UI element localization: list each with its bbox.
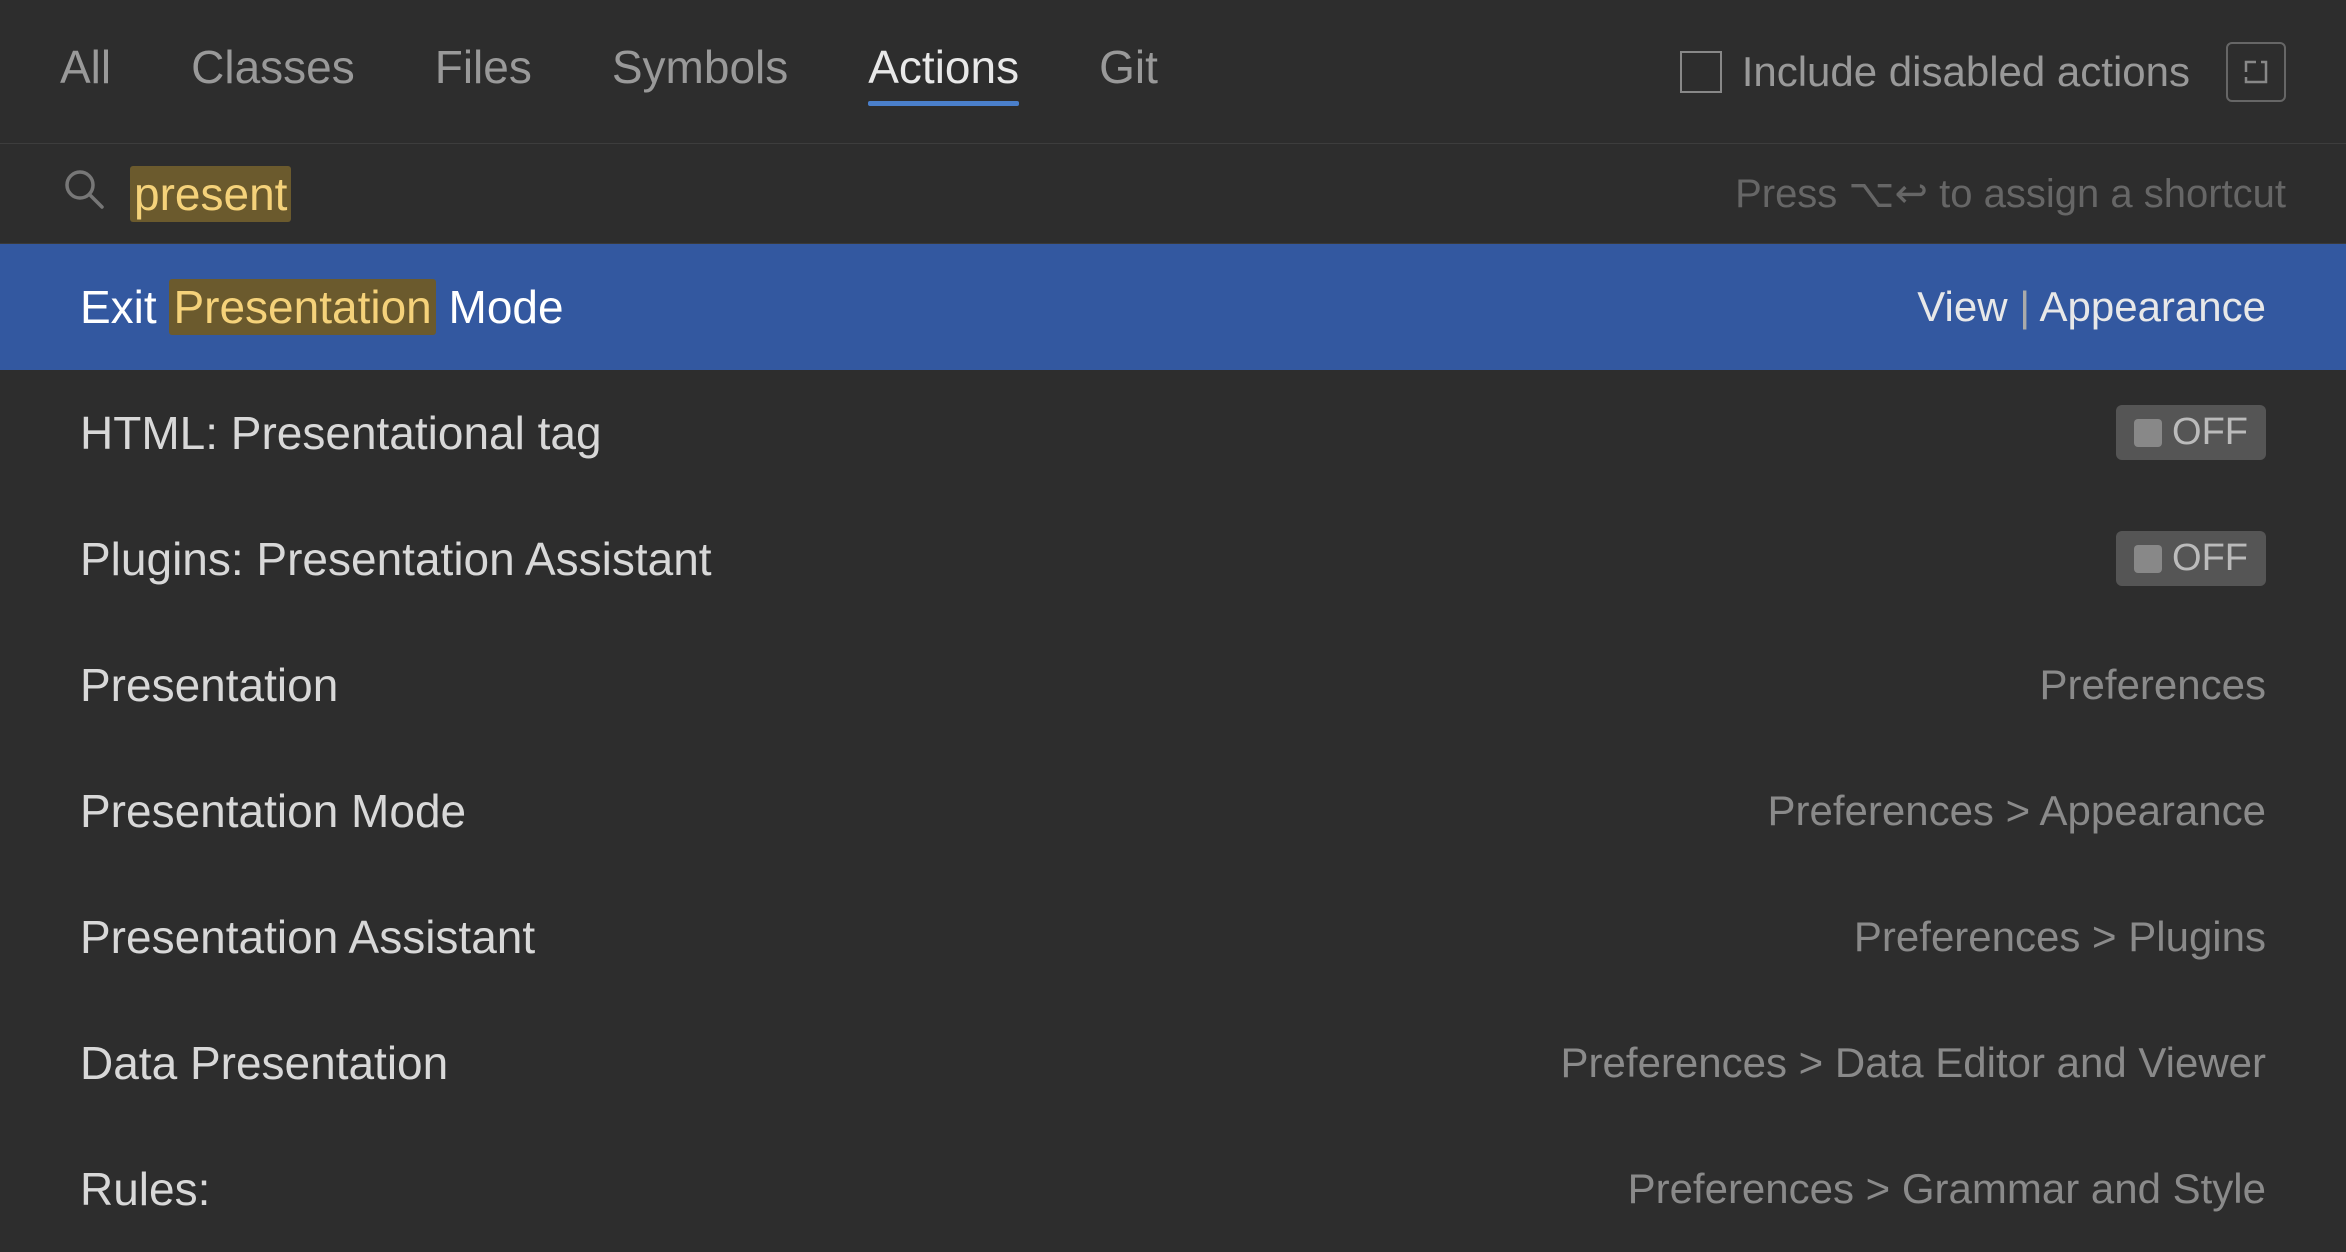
result-name: HTML: Presentational tag bbox=[80, 406, 2116, 460]
shortcut-icon[interactable] bbox=[2226, 42, 2286, 102]
main-container: All Classes Files Symbols Actions Git In… bbox=[0, 0, 2346, 1252]
toggle-dot bbox=[2134, 419, 2162, 447]
result-row-data-presentation[interactable]: Data Presentation Preferences > Data Edi… bbox=[0, 1000, 2346, 1126]
result-name-text: Data Presentation bbox=[80, 1037, 448, 1089]
result-row-rules[interactable]: Rules: Preferences > Grammar and Style bbox=[0, 1126, 2346, 1252]
tab-all[interactable]: All bbox=[60, 40, 111, 104]
result-name: Data Presentation bbox=[80, 1036, 1561, 1090]
result-meta: Preferences > Data Editor and Viewer bbox=[1561, 1039, 2266, 1087]
result-name: Presentation bbox=[80, 658, 2040, 712]
result-meta: Preferences > Plugins bbox=[1854, 913, 2266, 961]
tab-classes[interactable]: Classes bbox=[191, 40, 355, 104]
result-name: Presentation Assistant bbox=[80, 910, 1854, 964]
search-query-highlight: present bbox=[130, 166, 291, 222]
result-name-suffix: Mode bbox=[436, 281, 564, 333]
tab-actions[interactable]: Actions bbox=[868, 40, 1019, 104]
include-disabled-label: Include disabled actions bbox=[1742, 48, 2190, 96]
tab-git[interactable]: Git bbox=[1099, 40, 1158, 104]
result-meta: View | Appearance bbox=[1917, 283, 2266, 331]
tabs: All Classes Files Symbols Actions Git bbox=[60, 40, 1680, 104]
result-name-text: Plugins: Presentation Assistant bbox=[80, 533, 712, 585]
toggle-dot bbox=[2134, 545, 2162, 573]
include-disabled-section: Include disabled actions bbox=[1680, 42, 2286, 102]
include-disabled-checkbox[interactable] bbox=[1680, 51, 1722, 93]
result-name: Rules: bbox=[80, 1162, 1628, 1216]
result-name-highlight: Presentation bbox=[169, 279, 435, 335]
result-meta: Preferences > Grammar and Style bbox=[1628, 1165, 2266, 1213]
tab-bar: All Classes Files Symbols Actions Git In… bbox=[0, 0, 2346, 144]
search-bar: present Press ⌥↩ to assign a shortcut bbox=[0, 144, 2346, 244]
toggle-label: OFF bbox=[2172, 411, 2248, 454]
result-name: Exit Presentation Mode bbox=[80, 280, 1917, 334]
result-name: Presentation Mode bbox=[80, 784, 1767, 838]
result-row-presentation-assistant[interactable]: Presentation Assistant Preferences > Plu… bbox=[0, 874, 2346, 1000]
tab-symbols[interactable]: Symbols bbox=[612, 40, 788, 104]
result-name-text: Presentation Mode bbox=[80, 785, 466, 837]
results-list: Exit Presentation Mode View | Appearance… bbox=[0, 244, 2346, 1252]
result-name-prefix: Exit bbox=[80, 281, 169, 333]
result-name-text: Presentation bbox=[80, 659, 338, 711]
result-row-html-presentational-tag[interactable]: HTML: Presentational tag OFF bbox=[0, 370, 2346, 496]
result-meta-toggle: OFF bbox=[2116, 531, 2266, 586]
result-row-presentation-mode[interactable]: Presentation Mode Preferences > Appearan… bbox=[0, 748, 2346, 874]
search-input[interactable]: present bbox=[130, 167, 1711, 221]
toggle-label: OFF bbox=[2172, 537, 2248, 580]
result-name-text: Rules: bbox=[80, 1163, 210, 1215]
search-hint: Press ⌥↩ to assign a shortcut bbox=[1735, 171, 2286, 217]
toggle-off-badge[interactable]: OFF bbox=[2116, 531, 2266, 586]
result-meta: Preferences bbox=[2040, 661, 2266, 709]
result-meta: Preferences > Appearance bbox=[1767, 787, 2266, 835]
tab-files[interactable]: Files bbox=[435, 40, 532, 104]
result-row-presentation[interactable]: Presentation Preferences bbox=[0, 622, 2346, 748]
toggle-off-badge[interactable]: OFF bbox=[2116, 405, 2266, 460]
result-name-text: HTML: Presentational tag bbox=[80, 407, 602, 459]
search-icon bbox=[60, 165, 106, 222]
result-name-text: Presentation Assistant bbox=[80, 911, 535, 963]
result-meta-toggle: OFF bbox=[2116, 405, 2266, 460]
result-row-plugins-presentation-assistant[interactable]: Plugins: Presentation Assistant OFF bbox=[0, 496, 2346, 622]
result-name: Plugins: Presentation Assistant bbox=[80, 532, 2116, 586]
result-row-exit-presentation-mode[interactable]: Exit Presentation Mode View | Appearance bbox=[0, 244, 2346, 370]
